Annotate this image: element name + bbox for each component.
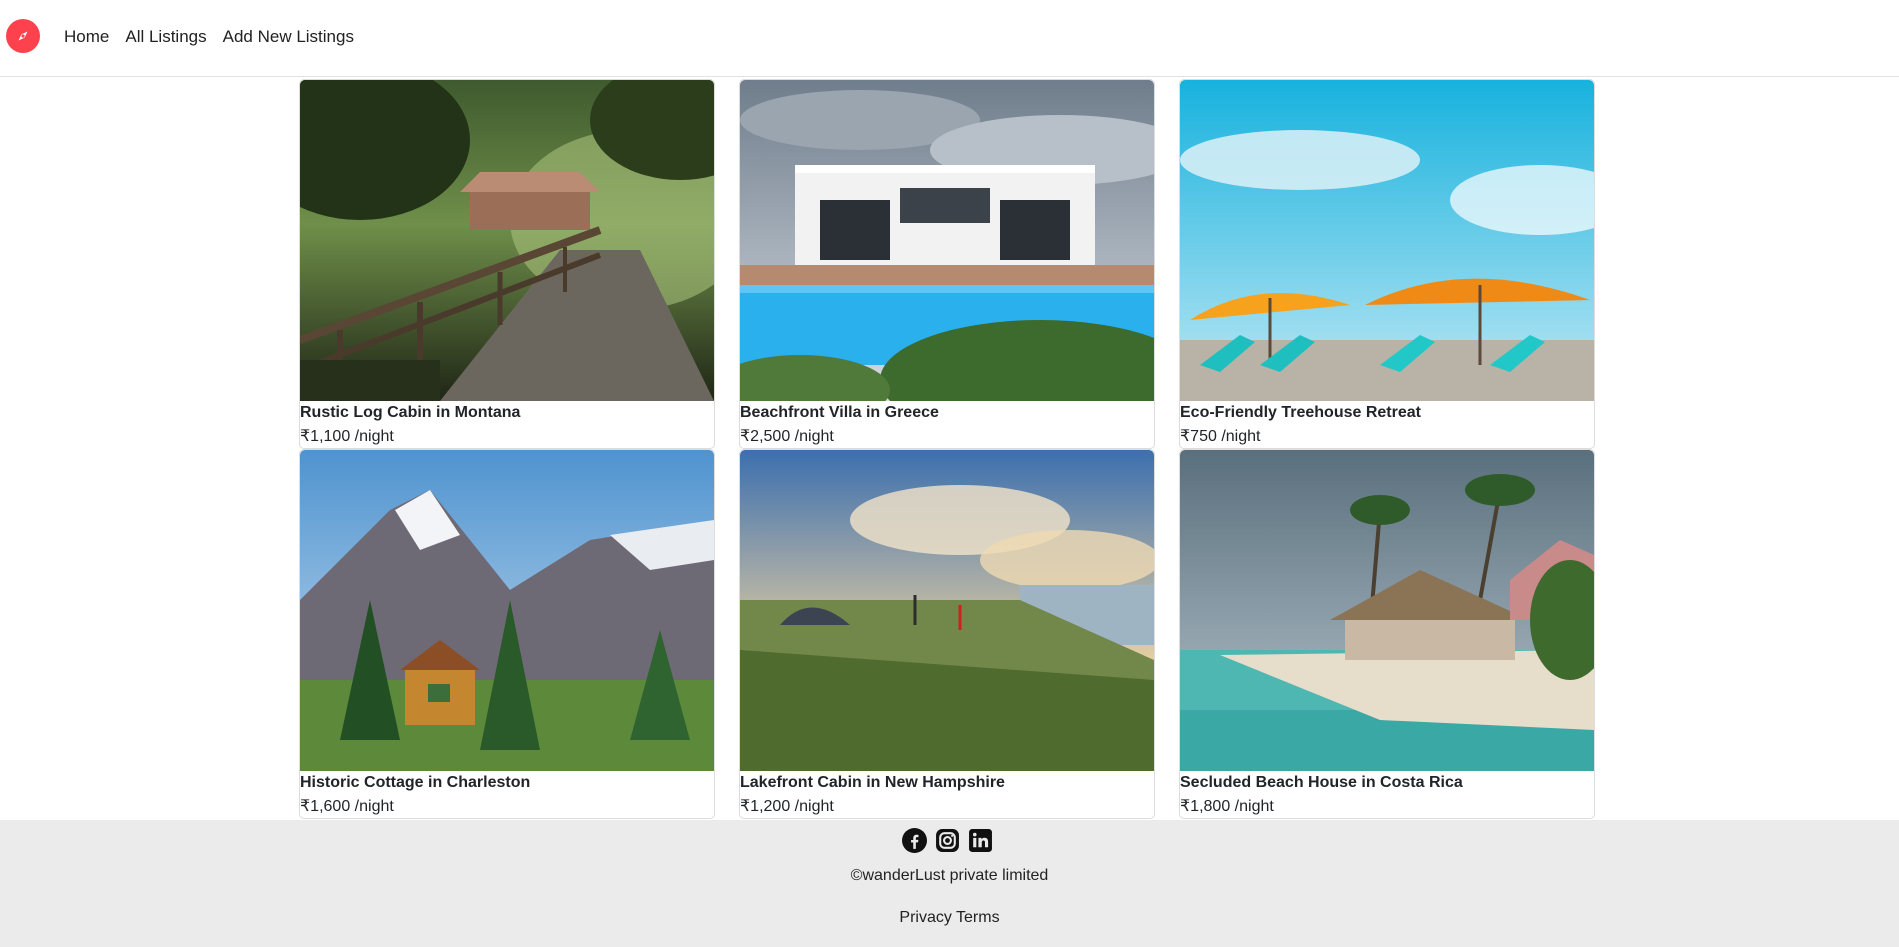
brand-logo[interactable]	[6, 19, 40, 53]
listing-image	[740, 80, 1154, 401]
listing-price: ₹1,800 /night	[1180, 798, 1274, 815]
listing-title: Secluded Beach House in Costa Rica	[1180, 774, 1463, 791]
listing-image	[300, 450, 714, 771]
listing-price: ₹2,500 /night	[740, 428, 834, 445]
listing-image	[1180, 80, 1594, 401]
listing-card[interactable]: Lakefront Cabin in New Hampshire ₹1,200 …	[739, 449, 1155, 819]
listing-card[interactable]: Rustic Log Cabin in Montana ₹1,100 /nigh…	[299, 79, 715, 449]
listing-image	[740, 450, 1154, 771]
nav-link-home[interactable]: Home	[64, 26, 109, 48]
navbar: Home All Listings Add New Listings	[0, 0, 1899, 77]
listing-card[interactable]: Beachfront Villa in Greece ₹2,500 /night	[739, 79, 1155, 449]
listing-price: ₹750 /night	[1180, 428, 1261, 445]
nav-links: Home All Listings Add New Listings	[64, 26, 370, 48]
listing-title: Eco-Friendly Treehouse Retreat	[1180, 404, 1421, 421]
linkedin-icon[interactable]	[968, 828, 993, 853]
listing-price: ₹1,600 /night	[300, 798, 394, 815]
facebook-icon[interactable]	[902, 828, 927, 853]
listing-image	[300, 80, 714, 401]
footer: ©wanderLust private limited Privacy Term…	[0, 820, 1899, 947]
copyright-text: ©wanderLust private limited	[850, 867, 1049, 884]
terms-link[interactable]: Terms	[956, 909, 1000, 926]
listing-card[interactable]: Secluded Beach House in Costa Rica ₹1,80…	[1179, 449, 1595, 819]
instagram-icon[interactable]	[935, 828, 960, 853]
listings-grid: Rustic Log Cabin in Montana ₹1,100 /nigh…	[299, 79, 1596, 819]
privacy-link[interactable]: Privacy	[899, 909, 951, 926]
listing-price: ₹1,100 /night	[300, 428, 394, 445]
nav-link-all-listings[interactable]: All Listings	[125, 26, 206, 48]
listing-card[interactable]: Eco-Friendly Treehouse Retreat ₹750 /nig…	[1179, 79, 1595, 449]
social-links	[902, 828, 993, 853]
listing-title: Lakefront Cabin in New Hampshire	[740, 774, 1005, 791]
listing-image	[1180, 450, 1594, 771]
compass-icon	[18, 31, 28, 41]
listing-price: ₹1,200 /night	[740, 798, 834, 815]
nav-link-add-new-listings[interactable]: Add New Listings	[223, 26, 354, 48]
listing-title: Rustic Log Cabin in Montana	[300, 404, 521, 421]
listing-title: Beachfront Villa in Greece	[740, 404, 939, 421]
legal-links: Privacy Terms	[0, 908, 1899, 928]
listing-title: Historic Cottage in Charleston	[300, 774, 531, 791]
listing-card[interactable]: Historic Cottage in Charleston ₹1,600 /n…	[299, 449, 715, 819]
